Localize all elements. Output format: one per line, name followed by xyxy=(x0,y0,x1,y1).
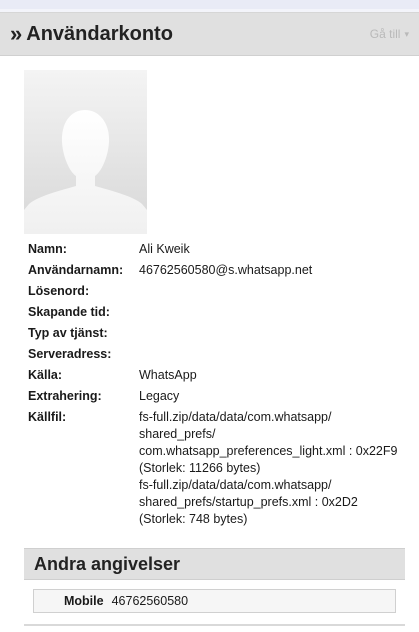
property-value-line: Legacy xyxy=(139,389,180,403)
other-entry-row: Mobile 46762560580 xyxy=(33,589,396,613)
property-row: Källfil: fs-full.zip/data/data/com.whatsa… xyxy=(28,409,408,528)
property-value-line: (Storlek: 11266 bytes) xyxy=(139,461,261,475)
goto-label: Gå till xyxy=(369,27,401,41)
other-entry-value: 46762560580 xyxy=(111,594,189,608)
property-value-line: WhatsApp xyxy=(139,368,197,382)
property-value-line: (Storlek: 748 bytes) xyxy=(139,512,248,526)
property-key: Serveradress: xyxy=(28,347,112,361)
property-value xyxy=(139,283,408,300)
property-value: WhatsApp xyxy=(139,367,408,384)
property-value-line: 46762560580@s.whatsapp.net xyxy=(139,263,313,277)
property-key: Användarnamn: xyxy=(28,263,124,277)
property-row: Källa: WhatsApp xyxy=(28,367,408,384)
property-value xyxy=(139,325,408,342)
property-row: Namn: Ali Kweik xyxy=(28,241,408,258)
expand-chevron-icon[interactable]: » xyxy=(10,23,22,45)
section-header: » Användarkonto Gå till ▾ xyxy=(0,12,419,56)
avatar xyxy=(24,70,147,234)
goto-dropdown[interactable]: Gå till ▾ xyxy=(370,27,409,41)
property-row: Användarnamn: 46762560580@s.whatsapp.net xyxy=(28,262,408,279)
property-row: Skapande tid: xyxy=(28,304,408,321)
property-key: Extrahering: xyxy=(28,389,102,403)
property-value-line: fs-full.zip/data/data/com.whatsapp/ xyxy=(139,478,332,492)
properties-list: Namn: Ali Kweik Användarnamn: 46762560580@s… xyxy=(28,241,408,532)
property-value: Ali Kweik xyxy=(139,241,408,258)
property-row: Extrahering: Legacy xyxy=(28,388,408,405)
other-section-header: Andra angivelser xyxy=(24,548,405,580)
property-value-line: shared_prefs/startup_prefs.xml : 0x2D2 xyxy=(139,495,358,509)
other-entry-key: Mobile xyxy=(64,594,104,608)
section-title: Användarkonto xyxy=(26,22,173,45)
property-value-line: com.whatsapp_preferences_light.xml : 0x2… xyxy=(139,444,398,458)
property-value-line: Ali Kweik xyxy=(139,242,190,256)
property-value-line: shared_prefs/ xyxy=(139,427,216,441)
property-key: Typ av tjänst: xyxy=(28,326,108,340)
user-silhouette-icon xyxy=(24,110,147,234)
property-row: Lösenord: xyxy=(28,283,408,300)
property-key: Lösenord: xyxy=(28,284,90,298)
property-value: fs-full.zip/data/data/com.whatsapp/share… xyxy=(139,409,408,528)
property-value: Legacy xyxy=(139,388,408,405)
divider xyxy=(24,624,405,626)
property-key: Skapande tid: xyxy=(28,305,110,319)
chevron-down-icon: ▾ xyxy=(404,28,409,39)
property-value xyxy=(139,346,408,363)
other-section-title: Andra angivelser xyxy=(34,553,181,574)
property-value: 46762560580@s.whatsapp.net xyxy=(139,262,408,279)
property-key: Namn: xyxy=(28,242,67,256)
property-value xyxy=(139,304,408,321)
property-key: Källa: xyxy=(28,368,63,382)
top-strip xyxy=(0,0,419,9)
property-row: Typ av tjänst: xyxy=(28,325,408,342)
property-key: Källfil: xyxy=(28,410,67,424)
property-row: Serveradress: xyxy=(28,346,408,363)
property-value-line: fs-full.zip/data/data/com.whatsapp/ xyxy=(139,410,332,424)
